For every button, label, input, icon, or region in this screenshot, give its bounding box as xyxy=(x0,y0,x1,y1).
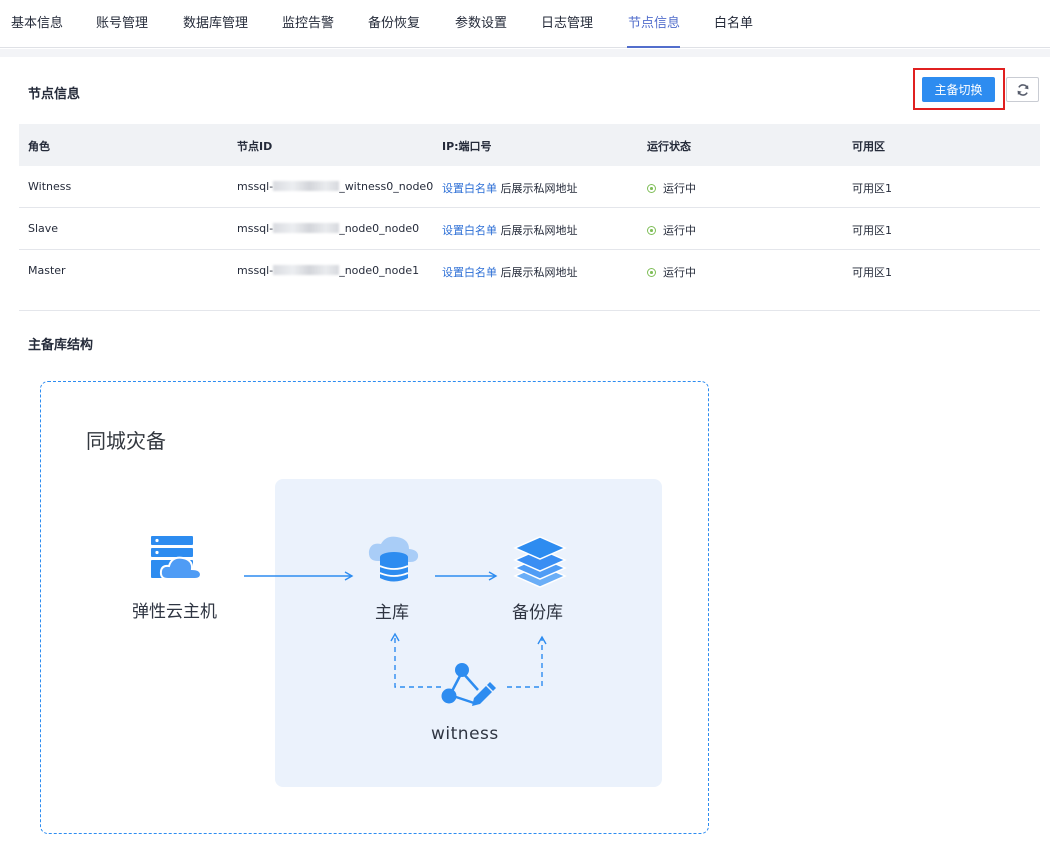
witness-to-primary-link xyxy=(390,632,441,688)
primary-db-label: 主库 xyxy=(375,603,409,623)
witness-to-backup-link xyxy=(507,635,547,688)
ecs-server-icon xyxy=(151,536,203,580)
architecture-diagram xyxy=(151,536,567,706)
witness-label: witness xyxy=(431,724,499,744)
backup-layers-icon xyxy=(513,536,567,588)
backup-db-label: 备份库 xyxy=(512,603,563,623)
ecs-label: 弹性云主机 xyxy=(132,602,217,622)
primary-database-icon xyxy=(368,536,419,582)
witness-icon xyxy=(441,663,496,706)
